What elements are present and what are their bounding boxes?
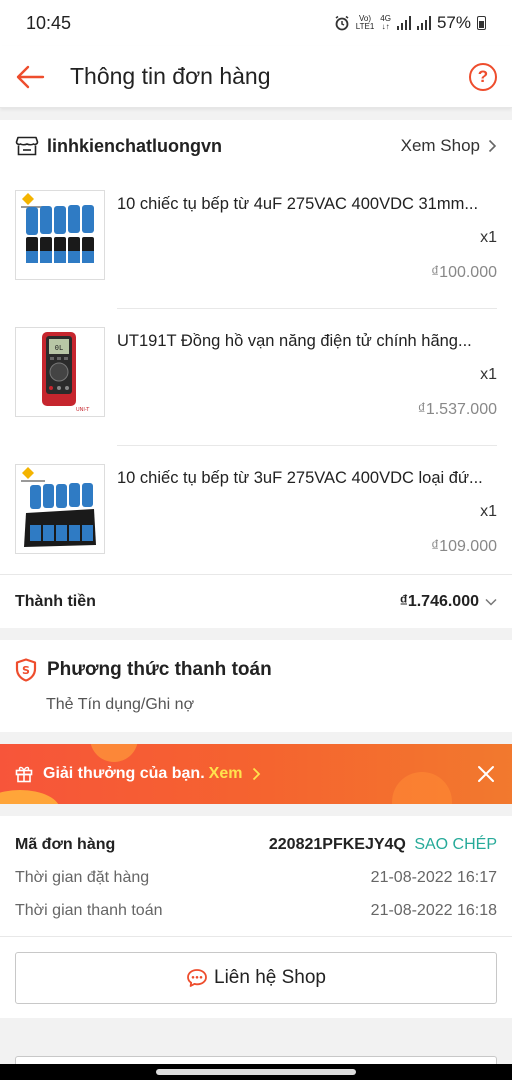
- svg-text:0L: 0L: [55, 344, 63, 352]
- order-info-card: Mã đơn hàng 220821PFKEJY4Q SAO CHÉP Thời…: [0, 816, 512, 1018]
- alarm-icon: [335, 15, 349, 31]
- shield-icon: S: [15, 658, 37, 682]
- status-icons: Vo) LTE1 4G ↓↑ 57%: [334, 13, 486, 33]
- product-name: 10 chiếc tụ bếp từ 3uF 275VAC 400VDC loạ…: [117, 469, 483, 487]
- help-button[interactable]: ?: [469, 62, 497, 91]
- order-id-label: Mã đơn hàng: [15, 836, 116, 853]
- page-title: Thông tin đơn hàng: [70, 63, 271, 89]
- order-id: 220821PFKEJY4Q: [268, 836, 406, 853]
- product-item[interactable]: 0L UNI-T UT191T Đồng hồ vạn năng điện tử…: [15, 309, 497, 446]
- banner-decoration: [0, 790, 60, 804]
- product-price: ₫1.537.000: [417, 401, 497, 418]
- battery-percent: 57%: [436, 13, 471, 32]
- order-id-row: Mã đơn hàng 220821PFKEJY4Q SAO CHÉP: [15, 836, 497, 854]
- order-total-label: Thành tiền: [15, 592, 96, 610]
- divider: [0, 936, 512, 937]
- shop-header: linhkienchatluongvn Xem Shop: [0, 120, 512, 172]
- chevron-down-icon: [485, 598, 497, 606]
- reward-view-link[interactable]: Xem: [209, 765, 243, 783]
- product-name: 10 chiếc tụ bếp từ 4uF 275VAC 400VDC 31m…: [117, 195, 479, 213]
- order-time-row: Thời gian đặt hàng 21-08-2022 16:17: [15, 869, 497, 887]
- status-time: 10:45: [26, 12, 72, 33]
- battery-icon: [477, 16, 486, 30]
- payment-header: S Phương thức thanh toán: [15, 658, 272, 682]
- back-arrow-icon: [16, 65, 45, 88]
- payment-time-value: 21-08-2022 16:18: [370, 902, 497, 919]
- view-shop-button[interactable]: Xem Shop: [401, 136, 497, 156]
- product-item[interactable]: 10 chiếc tụ bếp từ 3uF 275VAC 400VDC loạ…: [15, 446, 497, 583]
- banner-decoration: [392, 772, 452, 804]
- product-price: ₫100.000: [430, 264, 497, 281]
- home-gesture-handle[interactable]: [156, 1069, 356, 1075]
- product-name: UT191T Đồng hồ vạn năng điện tử chính hã…: [117, 332, 472, 350]
- order-time-label: Thời gian đặt hàng: [15, 869, 150, 886]
- system-nav-bar: [0, 1064, 512, 1080]
- product-thumbnail: [15, 190, 105, 280]
- payment-title: Phương thức thanh toán: [47, 659, 272, 680]
- product-qty: x1: [480, 229, 497, 246]
- chevron-right-icon: [488, 139, 497, 153]
- banner-decoration: [90, 744, 138, 762]
- product-qty: x1: [480, 366, 497, 383]
- app-bar: Thông tin đơn hàng ?: [0, 46, 512, 108]
- signal-icon-1: [396, 16, 411, 30]
- shop-name: linhkienchatluongvn: [47, 135, 223, 156]
- order-total-row[interactable]: Thành tiền ₫1.746.000: [0, 574, 512, 628]
- payment-time-row: Thời gian thanh toán 21-08-2022 16:18: [15, 902, 497, 920]
- view-shop-label: Xem Shop: [400, 136, 480, 155]
- signal-icon-2: [416, 16, 431, 30]
- svg-text:UNI-T: UNI-T: [76, 407, 90, 413]
- product-item[interactable]: 10 chiếc tụ bếp từ 4uF 275VAC 400VDC 31m…: [15, 172, 497, 309]
- status-bar: 10:45 Vo) LTE1 4G ↓↑ 57%: [0, 0, 512, 46]
- back-button[interactable]: [0, 46, 60, 108]
- order-time-value: 21-08-2022 16:17: [370, 869, 497, 886]
- payment-time-label: Thời gian thanh toán: [15, 902, 163, 919]
- reward-text: Giải thưởng của bạn.: [43, 765, 205, 782]
- product-qty: x1: [480, 503, 497, 520]
- reward-banner[interactable]: Giải thưởng của bạn. Xem: [0, 744, 512, 804]
- gift-icon: [15, 766, 33, 783]
- svg-text:S: S: [22, 664, 30, 677]
- order-id-group: 220821PFKEJY4Q SAO CHÉP: [269, 836, 497, 854]
- product-thumbnail: 0L UNI-T: [15, 327, 105, 417]
- contact-shop-label: Liên hệ Shop: [214, 967, 326, 988]
- copy-button[interactable]: SAO CHÉP: [414, 836, 497, 853]
- payment-card: S Phương thức thanh toán Thẻ Tín dụng/Gh…: [0, 640, 512, 732]
- contact-shop-button[interactable]: Liên hệ Shop: [15, 952, 497, 1004]
- network-type: 4G ↓↑: [380, 14, 391, 31]
- order-total-value: ₫1.746.000: [400, 593, 497, 611]
- chat-icon: [187, 969, 207, 987]
- payment-method: Thẻ Tín dụng/Ghi nợ: [46, 696, 195, 713]
- chevron-right-icon: [253, 767, 261, 781]
- close-icon[interactable]: [474, 762, 498, 786]
- shop-icon: [15, 136, 39, 156]
- shop-card: linhkienchatluongvn Xem Shop 10 chiếc tụ…: [0, 120, 512, 628]
- volte-indicator: Vo) LTE1: [355, 14, 375, 31]
- product-thumbnail: [15, 464, 105, 554]
- product-price: ₫109.000: [430, 538, 497, 555]
